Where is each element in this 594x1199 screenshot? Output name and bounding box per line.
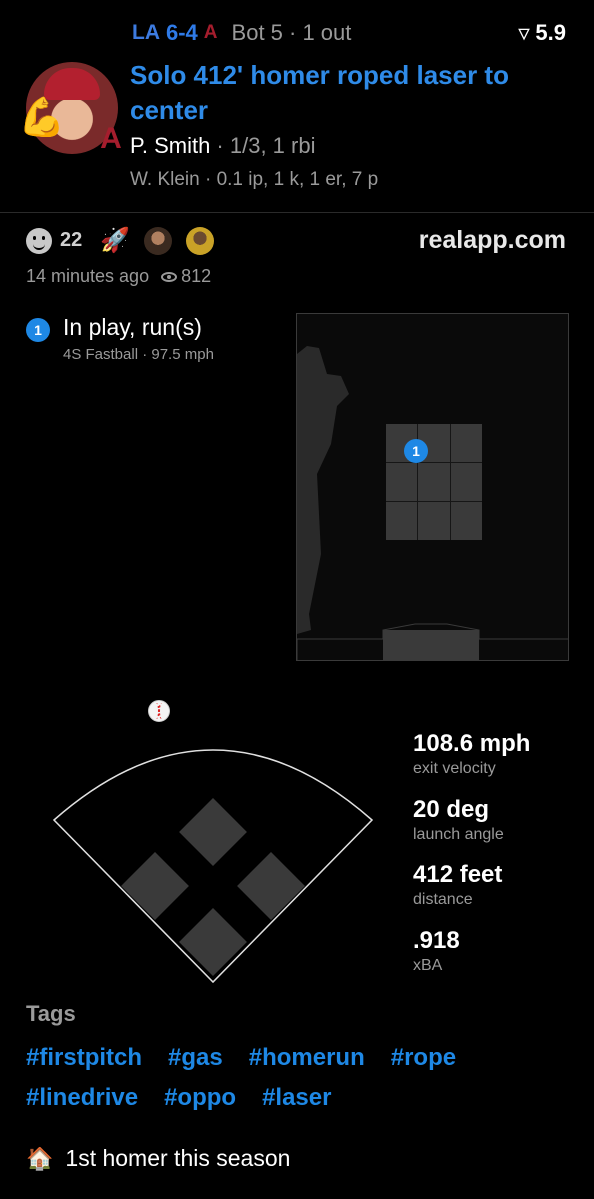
stat-value: 108.6 mph [413,730,531,757]
play-rating[interactable]: ▽ 5.9 [519,20,566,46]
stat-label: exit velocity [413,760,496,777]
batter-stats: · 1/3, 1 rbi [210,133,316,158]
tags-heading: Tags [26,1001,76,1026]
diamondbacks-logo-icon: A [203,22,218,43]
stat-label: xBA [413,957,443,974]
pitch-number-badge: 1 [26,318,50,342]
smiley-reaction-icon[interactable] [26,227,52,254]
pitch-type: 4S Fastball · 97.5 mph [63,346,214,363]
third-base [121,852,189,920]
tag-homerun[interactable]: #homerun [249,1044,365,1072]
baseball-icon [148,700,170,722]
stat-label: launch angle [413,826,504,843]
brand-link[interactable]: realapp.com [419,226,566,255]
strike-zone-grid [386,424,482,540]
batter-name: P. Smith [130,133,211,158]
reactions-bar: 22 🚀 [26,226,215,255]
spray-chart [52,749,374,984]
batter-line[interactable]: P. Smith · 1/3, 1 rbi [130,133,315,159]
pitcher-line[interactable]: W. Klein · 0.1 ip, 1 k, 1 er, 7 p [130,169,378,191]
strike-zone-panel[interactable]: 1 [296,313,569,661]
rating-value: 5.9 [535,20,566,45]
tag-laser[interactable]: #laser [262,1084,331,1112]
post-meta: 14 minutes ago 812 [26,266,211,287]
stat-xba: .918 xBA [413,927,460,975]
reaction-count: 22 [60,229,83,251]
reactor-avatar[interactable] [186,226,215,255]
stat-value: 412 feet [413,861,503,888]
tag-oppo[interactable]: #oppo [164,1084,236,1112]
tag-linedrive[interactable]: #linedrive [26,1084,138,1112]
tag-firstpitch[interactable]: #firstpitch [26,1044,142,1072]
first-base [237,852,305,920]
dodgers-logo-icon: LA [132,21,160,44]
score: 6-4 [166,20,198,45]
milestone-text: 1st homer this season [65,1145,291,1171]
play-headline[interactable]: Solo 412' homer roped laser to center [130,58,570,128]
stat-exit-velocity: 108.6 mph exit velocity [413,730,530,778]
tag-rope[interactable]: #rope [391,1044,456,1072]
pitch-result: In play, run(s) [63,314,202,340]
milestone-note: 🏠 1st homer this season [26,1145,290,1172]
rocket-icon[interactable]: 🚀 [100,226,130,255]
home-plate [383,630,479,660]
views: 812 [161,266,211,287]
time-ago: 14 minutes ago [26,266,150,286]
stat-label: distance [413,891,473,908]
tag-gas[interactable]: #gas [168,1044,223,1072]
rating-icon: ▽ [518,24,530,41]
reactor-avatar[interactable] [144,226,173,255]
team-logo-icon: A [100,122,122,155]
stat-distance: 412 feet distance [413,861,502,909]
stat-launch-angle: 20 deg launch angle [413,796,504,844]
stat-value: .918 [413,927,460,954]
eye-icon [161,271,178,282]
play-header: LA 6-4 A Bot 5 · 1 out ▽ 5.9 💪 A Solo 41… [0,0,594,213]
stat-value: 20 deg [413,796,490,823]
view-count: 812 [181,266,212,286]
player-avatar[interactable]: 💪 A [18,58,122,158]
home-base [179,908,247,976]
tag-list: #firstpitch #gas #homerun #rope #linedri… [26,1044,566,1112]
scoreline[interactable]: LA 6-4 A Bot 5 · 1 out [132,20,351,46]
second-base [179,798,247,866]
inning-state: Bot 5 · 1 out [231,20,352,45]
house-icon: 🏠 [26,1145,54,1171]
flexed-biceps-icon: 💪 [18,97,66,139]
pitch-location-marker: 1 [404,439,428,463]
